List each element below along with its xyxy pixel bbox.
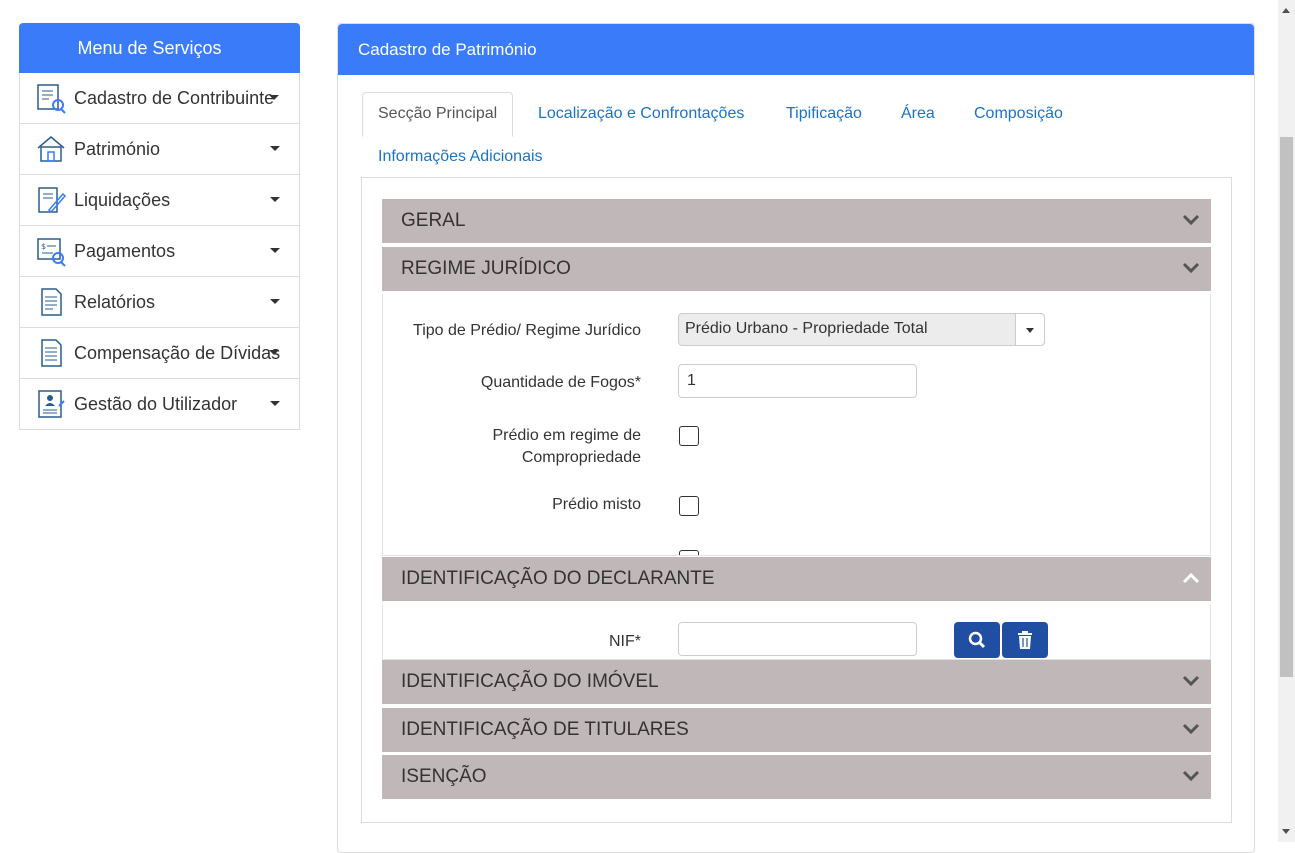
accordion-title: IDENTIFICAÇÃO DE TITULARES [401, 719, 689, 740]
accordion-title: ISENÇÃO [401, 766, 487, 787]
regime-juridico-body: Tipo de Prédio/ Regime Jurídico Prédio U… [382, 294, 1211, 556]
compropriedade-checkbox[interactable] [679, 426, 699, 446]
chevron-down-icon [269, 95, 279, 100]
compropriedade-label: Prédio em regime de Compropriedade [401, 425, 641, 469]
compropriedade-label-line2: Compropriedade [521, 449, 641, 466]
accordion-regime-juridico[interactable]: REGIME JURÍDICO [382, 247, 1211, 291]
delete-button[interactable] [1002, 622, 1048, 658]
accordion-identificacao-titulares[interactable]: IDENTIFICAÇÃO DE TITULARES [382, 708, 1211, 752]
chevron-down-icon [270, 248, 280, 253]
chevron-down-icon [269, 350, 279, 355]
tab-content: GERAL REGIME JURÍDICO Tipo de Prédio/ Re… [361, 177, 1232, 823]
scroll-down-icon[interactable] [1282, 829, 1290, 834]
chevron-down-icon[interactable] [1015, 314, 1044, 345]
accordion-title: GERAL [401, 210, 466, 231]
trash-icon [1018, 631, 1032, 649]
tab-area[interactable]: Área [901, 105, 935, 123]
fogos-label: Quantidade de Fogos* [480, 374, 641, 391]
nif-label: NIF* [609, 633, 641, 650]
accordion-isencao[interactable]: ISENÇÃO [382, 755, 1211, 799]
accordion-geral[interactable]: GERAL [382, 199, 1211, 243]
page-scrollbar[interactable] [1278, 0, 1295, 842]
sidebar-item-liquidacoes[interactable]: Liquidações [19, 175, 300, 226]
tab-composicao[interactable]: Composição [974, 105, 1063, 123]
chevron-down-icon [1182, 214, 1200, 226]
search-button[interactable] [954, 622, 1000, 658]
sidebar-item-cadastro-contribuinte[interactable]: Cadastro de Contribuinte [19, 73, 300, 124]
scroll-up-icon[interactable] [1282, 8, 1290, 13]
sidebar-item-pagamentos[interactable]: $ Pagamentos [19, 226, 300, 277]
chevron-down-icon [1182, 770, 1200, 782]
declarante-body: NIF* [382, 604, 1211, 660]
chevron-down-icon [270, 197, 280, 202]
sidebar-item-compensacao-dividas[interactable]: Compensação de Dívidas [19, 328, 300, 379]
accordion-identificacao-imovel[interactable]: IDENTIFICAÇÃO DO IMÓVEL [382, 660, 1211, 704]
chevron-down-icon [270, 401, 280, 406]
fogos-input[interactable] [678, 364, 917, 398]
tipo-predio-label: Tipo de Prédio/ Regime Jurídico [413, 322, 641, 339]
chevron-down-icon [270, 299, 280, 304]
main-panel: Cadastro de Património Secção Principal … [337, 23, 1255, 853]
sidebar-item-label: Património [74, 138, 161, 159]
chevron-up-icon [1182, 572, 1200, 584]
sidebar-item-label: Gestão do Utilizador [74, 393, 238, 414]
accordion-title: IDENTIFICAÇÃO DO DECLARANTE [401, 568, 715, 589]
accordion-title: IDENTIFICAÇÃO DO IMÓVEL [401, 671, 659, 692]
predio-misto-checkbox[interactable] [679, 496, 699, 516]
accordion-title: REGIME JURÍDICO [401, 258, 571, 279]
predio-misto-label: Prédio misto [552, 496, 641, 513]
chevron-down-icon [1182, 262, 1200, 274]
report-document-icon [34, 285, 68, 319]
document-edit-icon [34, 183, 68, 217]
tab-localizacao[interactable]: Localização e Confrontações [538, 105, 744, 123]
user-document-icon [34, 387, 68, 421]
chevron-down-icon [1182, 675, 1200, 687]
svg-text:$: $ [41, 242, 46, 251]
house-icon [34, 132, 68, 166]
services-sidebar: Menu de Serviços Cadastro de Contribuint… [19, 23, 300, 430]
accordion-identificacao-declarante[interactable]: IDENTIFICAÇÃO DO DECLARANTE [382, 557, 1211, 601]
sidebar-title: Menu de Serviços [19, 23, 300, 73]
search-icon [968, 631, 986, 649]
tipo-predio-select[interactable]: Prédio Urbano - Propriedade Total [678, 313, 1045, 346]
tab-tipificacao[interactable]: Tipificação [786, 105, 862, 123]
page-title: Cadastro de Património [338, 24, 1254, 75]
sidebar-item-label: Cadastro de Contribuinte [74, 87, 275, 108]
sidebar-item-patrimonio[interactable]: Património [19, 124, 300, 175]
scrollbar-thumb[interactable] [1280, 137, 1293, 677]
chevron-down-icon [270, 146, 280, 151]
sidebar-item-gestao-utilizador[interactable]: Gestão do Utilizador [19, 379, 300, 430]
sidebar-item-relatorios[interactable]: Relatórios [19, 277, 300, 328]
nif-input[interactable] [678, 622, 917, 656]
sidebar-item-label: Pagamentos [74, 240, 176, 261]
sidebar-item-label: Compensação de Dívidas [74, 342, 281, 363]
tab-informacoes-adicionais[interactable]: Informações Adicionais [378, 148, 543, 166]
taxpayer-search-icon [34, 81, 68, 115]
sidebar-item-label: Liquidações [74, 189, 171, 210]
tipo-predio-value: Prédio Urbano - Propriedade Total [685, 320, 928, 337]
document-list-icon [34, 336, 68, 370]
hidden-checkbox[interactable] [679, 550, 699, 555]
compropriedade-label-line1: Prédio em regime de [492, 427, 641, 444]
sidebar-item-label: Relatórios [74, 291, 156, 312]
tab-seccao-principal[interactable]: Secção Principal [362, 92, 514, 137]
chevron-down-icon [1182, 723, 1200, 735]
payment-search-icon: $ [34, 234, 68, 268]
